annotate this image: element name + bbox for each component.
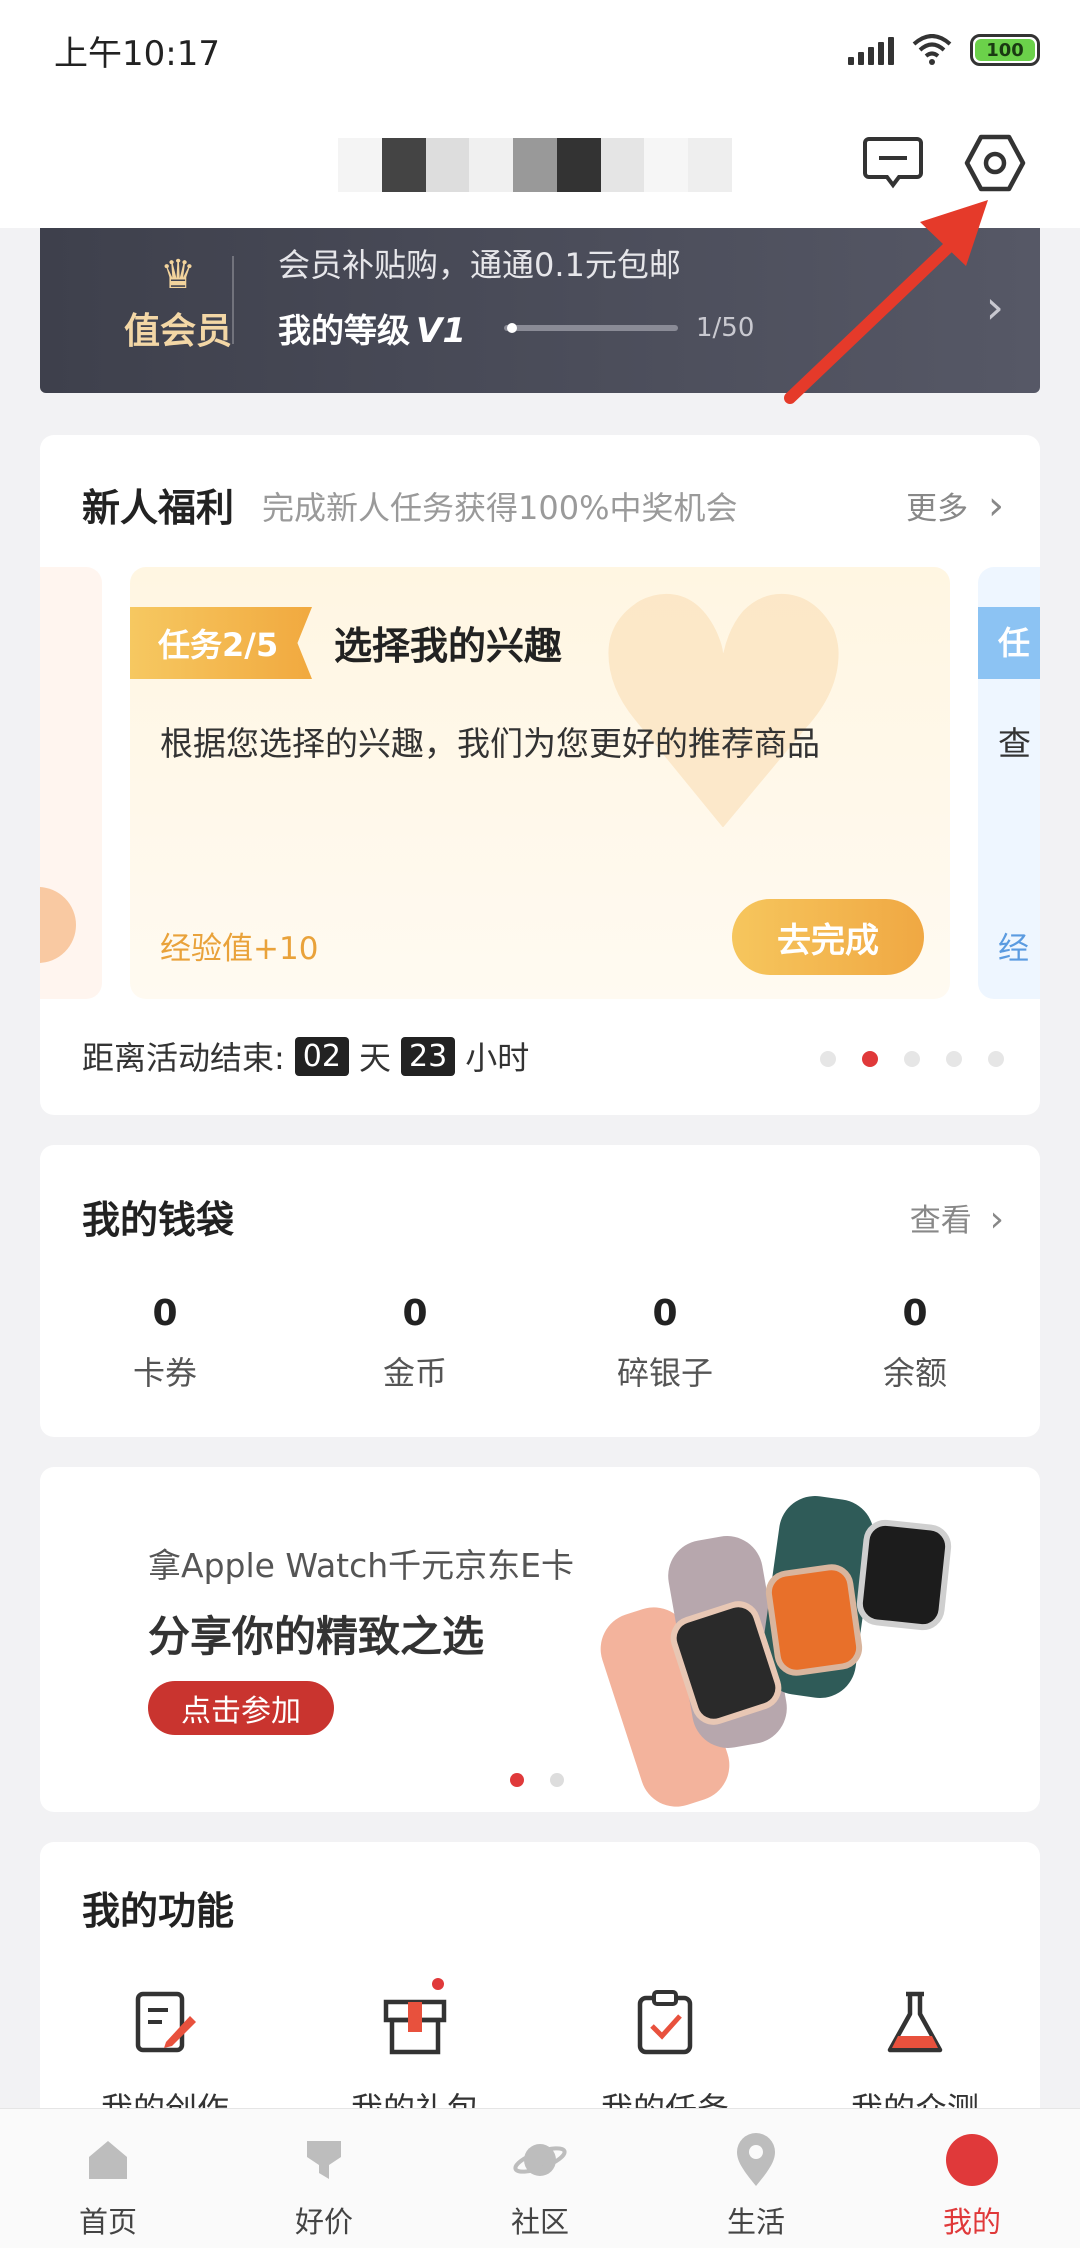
chevron-right-icon: › <box>985 280 1004 334</box>
member-badge: ♛ 值会员 <box>78 252 278 354</box>
next-task-desc: 查 <box>998 724 1031 763</box>
tab-label: 社区 <box>510 2205 569 2239</box>
wallet-item-balance[interactable]: 0 余额 <box>790 1293 1040 1394</box>
newcomer-subtitle: 完成新人任务获得100%中奖机会 <box>262 489 738 527</box>
gift-box-icon <box>383 1999 447 2055</box>
battery-icon: 100 <box>970 34 1040 66</box>
tab-label: 生活 <box>726 2205 785 2239</box>
task-name: 选择我的兴趣 <box>334 624 563 668</box>
tab-community[interactable]: 社区 <box>432 2109 648 2248</box>
chevron-right-icon: › <box>989 1199 1004 1240</box>
edit-icon <box>135 1991 196 2053</box>
task-description: 根据您选择的兴趣，我们为您更好的推荐商品 <box>160 724 820 763</box>
chevron-right-icon: › <box>988 483 1004 529</box>
countdown-hours: 23 <box>401 1036 456 1076</box>
banner-join-button[interactable]: 点击参加 <box>148 1681 334 1735</box>
member-promo: 会员补贴购，通通0.1元包邮 <box>278 246 681 284</box>
task-card-prev[interactable] <box>40 567 102 999</box>
member-banner[interactable]: ♛ 值会员 会员补贴购，通通0.1元包邮 我的等级 V1 1/50 › <box>40 228 1040 393</box>
planet-icon <box>511 2131 569 2189</box>
crown-icon: ♛ <box>160 252 196 298</box>
tab-life[interactable]: 生活 <box>648 2109 864 2248</box>
wallet-item-gold[interactable]: 0 金币 <box>290 1293 540 1394</box>
wallet-value: 0 <box>152 1293 178 1334</box>
wifi-icon <box>912 34 952 65</box>
status-time: 上午10:17 <box>54 33 220 74</box>
flask-icon <box>887 1991 943 2053</box>
task-card[interactable]: ♥ 任务2/5 选择我的兴趣 根据您选择的兴趣，我们为您更好的推荐商品 经验值+… <box>130 567 950 999</box>
message-button[interactable] <box>860 130 926 196</box>
signal-icon <box>848 35 894 65</box>
status-bar: 上午10:17 100 <box>0 0 1080 100</box>
wallet-items: 0 卡券 0 金币 0 碎银子 0 余额 <box>40 1293 1040 1394</box>
tab-label: 好价 <box>294 2205 353 2239</box>
wallet-label: 碎银子 <box>616 1354 713 1392</box>
countdown-day-unit: 天 <box>358 1039 391 1077</box>
newcomer-more-link[interactable]: 更多 › <box>906 483 1004 529</box>
level-label: 我的等级 V1 <box>278 311 466 351</box>
battery-level: 100 <box>975 39 1035 61</box>
home-icon <box>79 2131 137 2189</box>
task-card-next[interactable]: 任 查 经 <box>978 567 1040 999</box>
banner-dots <box>510 1773 564 1787</box>
tab-home[interactable]: 首页 <box>0 2109 216 2248</box>
tab-label: 我的 <box>942 2205 1001 2239</box>
banner-line1: 拿Apple Watch千元京东E卡 <box>148 1546 575 1585</box>
message-icon <box>863 137 923 189</box>
task-complete-button[interactable]: 去完成 <box>732 899 924 975</box>
next-task-tag: 任 <box>978 607 1040 679</box>
wallet-label: 余额 <box>882 1354 947 1392</box>
username-blurred <box>338 138 733 192</box>
location-pin-icon <box>727 2131 785 2189</box>
countdown-days: 02 <box>294 1036 349 1076</box>
wallet-value: 0 <box>652 1293 678 1334</box>
settings-button[interactable] <box>962 130 1028 196</box>
next-task-reward: 经 <box>998 931 1029 967</box>
activity-countdown: 距离活动结束: 02 天 23 小时 <box>82 1033 529 1079</box>
level-progress-bar <box>503 323 678 333</box>
tab-label: 首页 <box>78 2205 137 2239</box>
profile-icon <box>943 2131 1001 2189</box>
member-level-row: 我的等级 V1 1/50 <box>278 304 754 352</box>
task-reward: 经验值+10 <box>160 931 319 967</box>
countdown-label: 距离活动结束: <box>82 1039 285 1077</box>
notification-dot <box>432 1978 444 1990</box>
carousel-dots <box>820 1051 1004 1067</box>
wallet-item-silver[interactable]: 0 碎银子 <box>540 1293 790 1394</box>
banner-headline: 分享你的精致之选 <box>148 1612 485 1661</box>
price-tag-icon <box>295 2131 353 2189</box>
newcomer-title: 新人福利 <box>82 486 235 530</box>
member-badge-label: 值会员 <box>123 311 232 352</box>
countdown-hour-unit: 小时 <box>465 1039 530 1077</box>
level-value: V1 <box>416 311 466 351</box>
tab-mine[interactable]: 我的 <box>864 2109 1080 2248</box>
task-progress-tag: 任务2/5 <box>130 607 312 679</box>
divider <box>232 256 234 344</box>
wallet-title: 我的钱袋 <box>82 1198 235 1242</box>
wallet-item-coupons[interactable]: 0 卡券 <box>40 1293 290 1394</box>
level-progress-text: 1/50 <box>695 313 755 343</box>
newcomer-card: 新人福利 完成新人任务获得100%中奖机会 更多 › ♥ 任务2/5 选择我的兴… <box>40 435 1040 1115</box>
wallet-view-link[interactable]: 查看 › <box>910 1195 1004 1240</box>
clipboard-check-icon <box>637 1990 693 2055</box>
wallet-label: 金币 <box>382 1354 447 1392</box>
status-icons: 100 <box>848 34 1040 66</box>
settings-hexagon-icon <box>964 134 1026 192</box>
wallet-label: 卡券 <box>132 1354 197 1392</box>
wallet-value: 0 <box>402 1293 428 1334</box>
functions-title: 我的功能 <box>82 1889 235 1933</box>
bottom-tab-bar: 首页 好价 社区 生活 我的 <box>0 2108 1080 2248</box>
tab-deals[interactable]: 好价 <box>216 2109 432 2248</box>
wallet-card: 我的钱袋 查看 › 0 卡券 0 金币 0 碎银子 0 余额 <box>40 1145 1040 1437</box>
promo-banner[interactable]: 拿Apple Watch千元京东E卡 分享你的精致之选 点击参加 <box>40 1467 1040 1812</box>
wallet-value: 0 <box>902 1293 928 1334</box>
